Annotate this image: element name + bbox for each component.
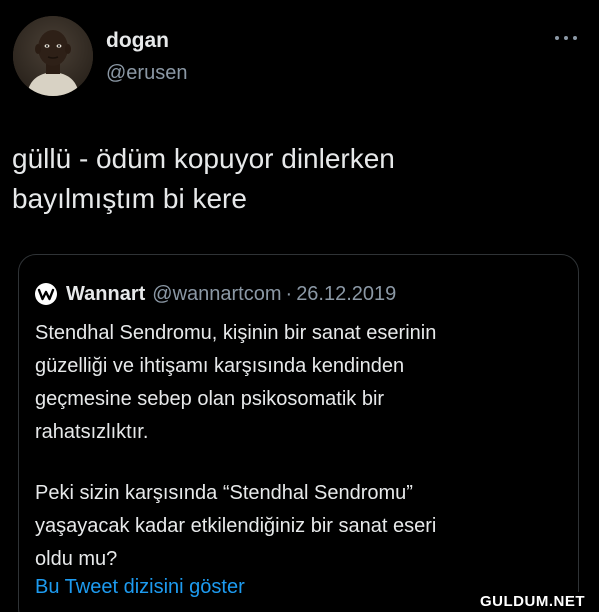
quote-text-line: oldu mu? — [35, 548, 118, 570]
quote-text-line: Stendhal Sendromu, kişinin bir sanat ese… — [35, 322, 437, 344]
watermark: GULDUM.NET — [466, 592, 599, 612]
quote-text-line: güzelliği ve ihtişamı karşısında kendind… — [35, 355, 405, 377]
quote-author-handle: @wannartcom — [152, 282, 282, 305]
quote-author-name: Wannart — [66, 282, 146, 305]
avatar[interactable] — [13, 16, 93, 96]
quote-body: Stendhal Sendromu, kişinin bir sanat ese… — [35, 317, 555, 576]
quote-text-line: geçmesine sebep olan psikosomatik bir — [35, 388, 385, 410]
quote-tweet-card[interactable]: Wannart @wannartcom · 26.12.2019 Stendha… — [18, 254, 579, 612]
tweet-text-line: bayılmıştım bi kere — [12, 183, 247, 214]
wannart-logo-icon — [34, 282, 58, 306]
tweet-page: dogan @erusen güllü - ödüm kopuyor dinle… — [0, 0, 599, 612]
more-dots-icon[interactable] — [553, 30, 579, 40]
show-thread-link[interactable]: Bu Tweet dizisini göster — [35, 576, 245, 599]
quote-text-line: rahatsızlıktır. — [35, 421, 149, 443]
quote-text-line: yaşayacak kadar etkilendiğiniz bir sanat… — [35, 515, 437, 537]
quote-text-line: Peki sizin karşısında “Stendhal Sendromu… — [35, 482, 413, 504]
quote-date: 26.12.2019 — [296, 282, 397, 305]
tweet-text: güllü - ödüm kopuyor dinlerken bayılmışt… — [12, 139, 572, 219]
author-handle[interactable]: @erusen — [106, 62, 187, 85]
avatar-photo-icon — [13, 16, 93, 96]
quote-separator: · — [285, 282, 293, 305]
quote-header: Wannart @wannartcom · 26.12.2019 — [34, 281, 396, 307]
author-name[interactable]: dogan — [106, 29, 169, 53]
tweet-text-line: güllü - ödüm kopuyor dinlerken — [12, 143, 395, 174]
